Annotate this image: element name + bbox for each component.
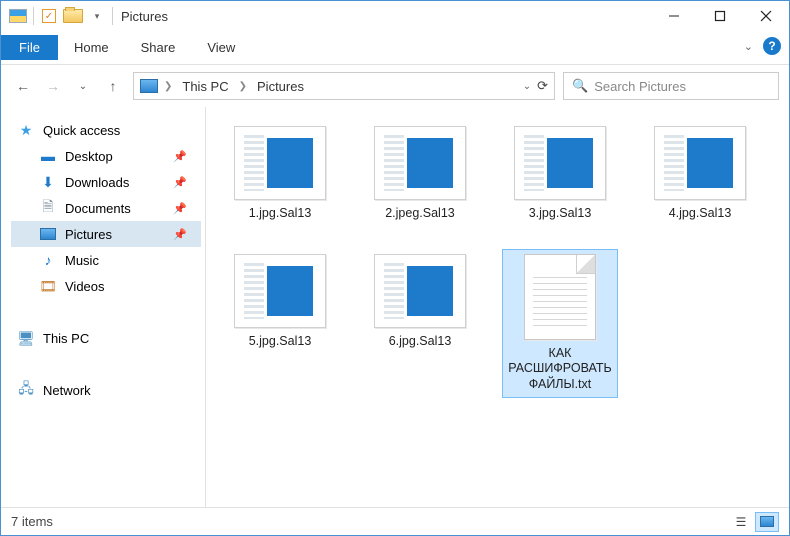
separator [112, 7, 113, 25]
forward-button[interactable]: → [41, 74, 65, 98]
file-name: КАК РАСШИФРОВАТЬ ФАЙЛЫ.txt [507, 346, 613, 393]
search-icon: 🔍 [572, 78, 588, 94]
sidebar-item-label: Music [65, 253, 99, 268]
image-file-icon [654, 126, 746, 200]
recent-locations-button[interactable]: ⌄ [71, 74, 95, 98]
music-icon: ♪ [39, 252, 57, 268]
status-bar: 7 items ☰ [1, 507, 789, 535]
tab-view[interactable]: View [191, 35, 251, 60]
file-name: 5.jpg.Sal13 [249, 334, 312, 350]
navigation-bar: ← → ⌄ ↑ ❯ This PC ❯ Pictures ⌄ ⟳ 🔍 Searc… [1, 65, 789, 107]
sidebar-item-this-pc[interactable]: 🖥 This PC [11, 325, 201, 351]
sidebar-item-pictures[interactable]: Pictures 📌 [11, 221, 201, 247]
file-item[interactable]: КАК РАСШИФРОВАТЬ ФАЙЛЫ.txt [502, 249, 618, 398]
help-button[interactable]: ? [763, 37, 781, 55]
separator [11, 351, 201, 377]
sidebar-item-label: Downloads [65, 175, 129, 190]
image-file-icon [234, 126, 326, 200]
sidebar-item-desktop[interactable]: ▬ Desktop 📌 [11, 143, 201, 169]
window-title: Pictures [121, 9, 168, 24]
sidebar-item-downloads[interactable]: ⬇ Downloads 📌 [11, 169, 201, 195]
item-count: 7 items [11, 514, 53, 529]
pin-icon: 📌 [173, 228, 187, 241]
file-name: 6.jpg.Sal13 [389, 334, 452, 350]
refresh-button[interactable]: ⟳ [537, 78, 548, 94]
pictures-icon [39, 226, 57, 242]
separator [33, 7, 34, 25]
chevron-right-icon[interactable]: ❯ [239, 81, 247, 92]
sidebar-item-label: Network [43, 383, 91, 398]
ribbon-expand-button[interactable]: ⌄ [744, 40, 753, 53]
navigation-pane: ★ Quick access ▬ Desktop 📌 ⬇ Downloads 📌 🗎 Doc… [1, 107, 206, 507]
sidebar-item-quick-access[interactable]: ★ Quick access [11, 117, 201, 143]
desktop-icon: ▬ [39, 148, 57, 164]
quick-access-toolbar: ✓ ▾ [1, 5, 115, 27]
title-bar: ✓ ▾ Pictures [1, 1, 789, 31]
file-item[interactable]: 1.jpg.Sal13 [222, 121, 338, 227]
address-dropdown-button[interactable]: ⌄ [523, 81, 531, 92]
chevron-right-icon[interactable]: ❯ [164, 81, 172, 92]
file-name: 3.jpg.Sal13 [529, 206, 592, 222]
file-item[interactable]: 3.jpg.Sal13 [502, 121, 618, 227]
app-icon [7, 5, 29, 27]
qat-dropdown-button[interactable]: ▾ [86, 5, 108, 27]
file-item[interactable]: 2.jpeg.Sal13 [362, 121, 478, 227]
pictures-icon [140, 79, 158, 93]
file-name: 4.jpg.Sal13 [669, 206, 732, 222]
maximize-button[interactable] [697, 1, 743, 31]
file-list[interactable]: 1.jpg.Sal13 2.jpeg.Sal13 3.jpg.Sal13 4.jpg.… [206, 107, 789, 507]
search-placeholder: Search Pictures [594, 79, 686, 94]
image-file-icon [234, 254, 326, 328]
back-button[interactable]: ← [11, 74, 35, 98]
separator [11, 299, 201, 325]
sidebar-item-music[interactable]: ♪ Music [11, 247, 201, 273]
pin-icon: 📌 [173, 150, 187, 163]
downloads-icon: ⬇ [39, 174, 57, 190]
up-button[interactable]: ↑ [101, 74, 125, 98]
breadcrumb-this-pc[interactable]: This PC [178, 79, 232, 94]
sidebar-item-network[interactable]: 🖧 Network [11, 377, 201, 403]
tab-file[interactable]: File [1, 35, 58, 60]
image-file-icon [374, 254, 466, 328]
file-name: 2.jpeg.Sal13 [385, 206, 455, 222]
close-button[interactable] [743, 1, 789, 31]
documents-icon: 🗎 [39, 200, 57, 216]
image-file-icon [514, 126, 606, 200]
computer-icon: 🖥 [17, 330, 35, 346]
file-item[interactable]: 6.jpg.Sal13 [362, 249, 478, 398]
ribbon: File Home Share View ⌄ ? [1, 31, 789, 65]
text-file-icon [524, 254, 596, 340]
search-input[interactable]: 🔍 Search Pictures [563, 72, 779, 100]
file-name: 1.jpg.Sal13 [249, 206, 312, 222]
sidebar-item-label: Documents [65, 201, 131, 216]
tab-home[interactable]: Home [58, 35, 125, 60]
qat-new-folder-button[interactable] [62, 5, 84, 27]
main-area: ★ Quick access ▬ Desktop 📌 ⬇ Downloads 📌 🗎 Doc… [1, 107, 789, 507]
tab-share[interactable]: Share [125, 35, 192, 60]
sidebar-item-label: Quick access [43, 123, 120, 138]
sidebar-item-label: This PC [43, 331, 89, 346]
qat-properties-button[interactable]: ✓ [38, 5, 60, 27]
sidebar-item-label: Pictures [65, 227, 112, 242]
window-controls [651, 1, 789, 31]
pin-icon: 📌 [173, 176, 187, 189]
network-icon: 🖧 [17, 382, 35, 398]
sidebar-item-label: Videos [65, 279, 105, 294]
icons-view-button[interactable] [755, 512, 779, 532]
minimize-button[interactable] [651, 1, 697, 31]
details-view-button[interactable]: ☰ [729, 512, 753, 532]
image-file-icon [374, 126, 466, 200]
sidebar-item-label: Desktop [65, 149, 113, 164]
address-bar[interactable]: ❯ This PC ❯ Pictures ⌄ ⟳ [133, 72, 555, 100]
videos-icon: 🎞 [39, 278, 57, 294]
star-icon: ★ [17, 122, 35, 138]
file-item[interactable]: 4.jpg.Sal13 [642, 121, 758, 227]
file-item[interactable]: 5.jpg.Sal13 [222, 249, 338, 398]
sidebar-item-videos[interactable]: 🎞 Videos [11, 273, 201, 299]
sidebar-item-documents[interactable]: 🗎 Documents 📌 [11, 195, 201, 221]
breadcrumb-pictures[interactable]: Pictures [253, 79, 308, 94]
pin-icon: 📌 [173, 202, 187, 215]
